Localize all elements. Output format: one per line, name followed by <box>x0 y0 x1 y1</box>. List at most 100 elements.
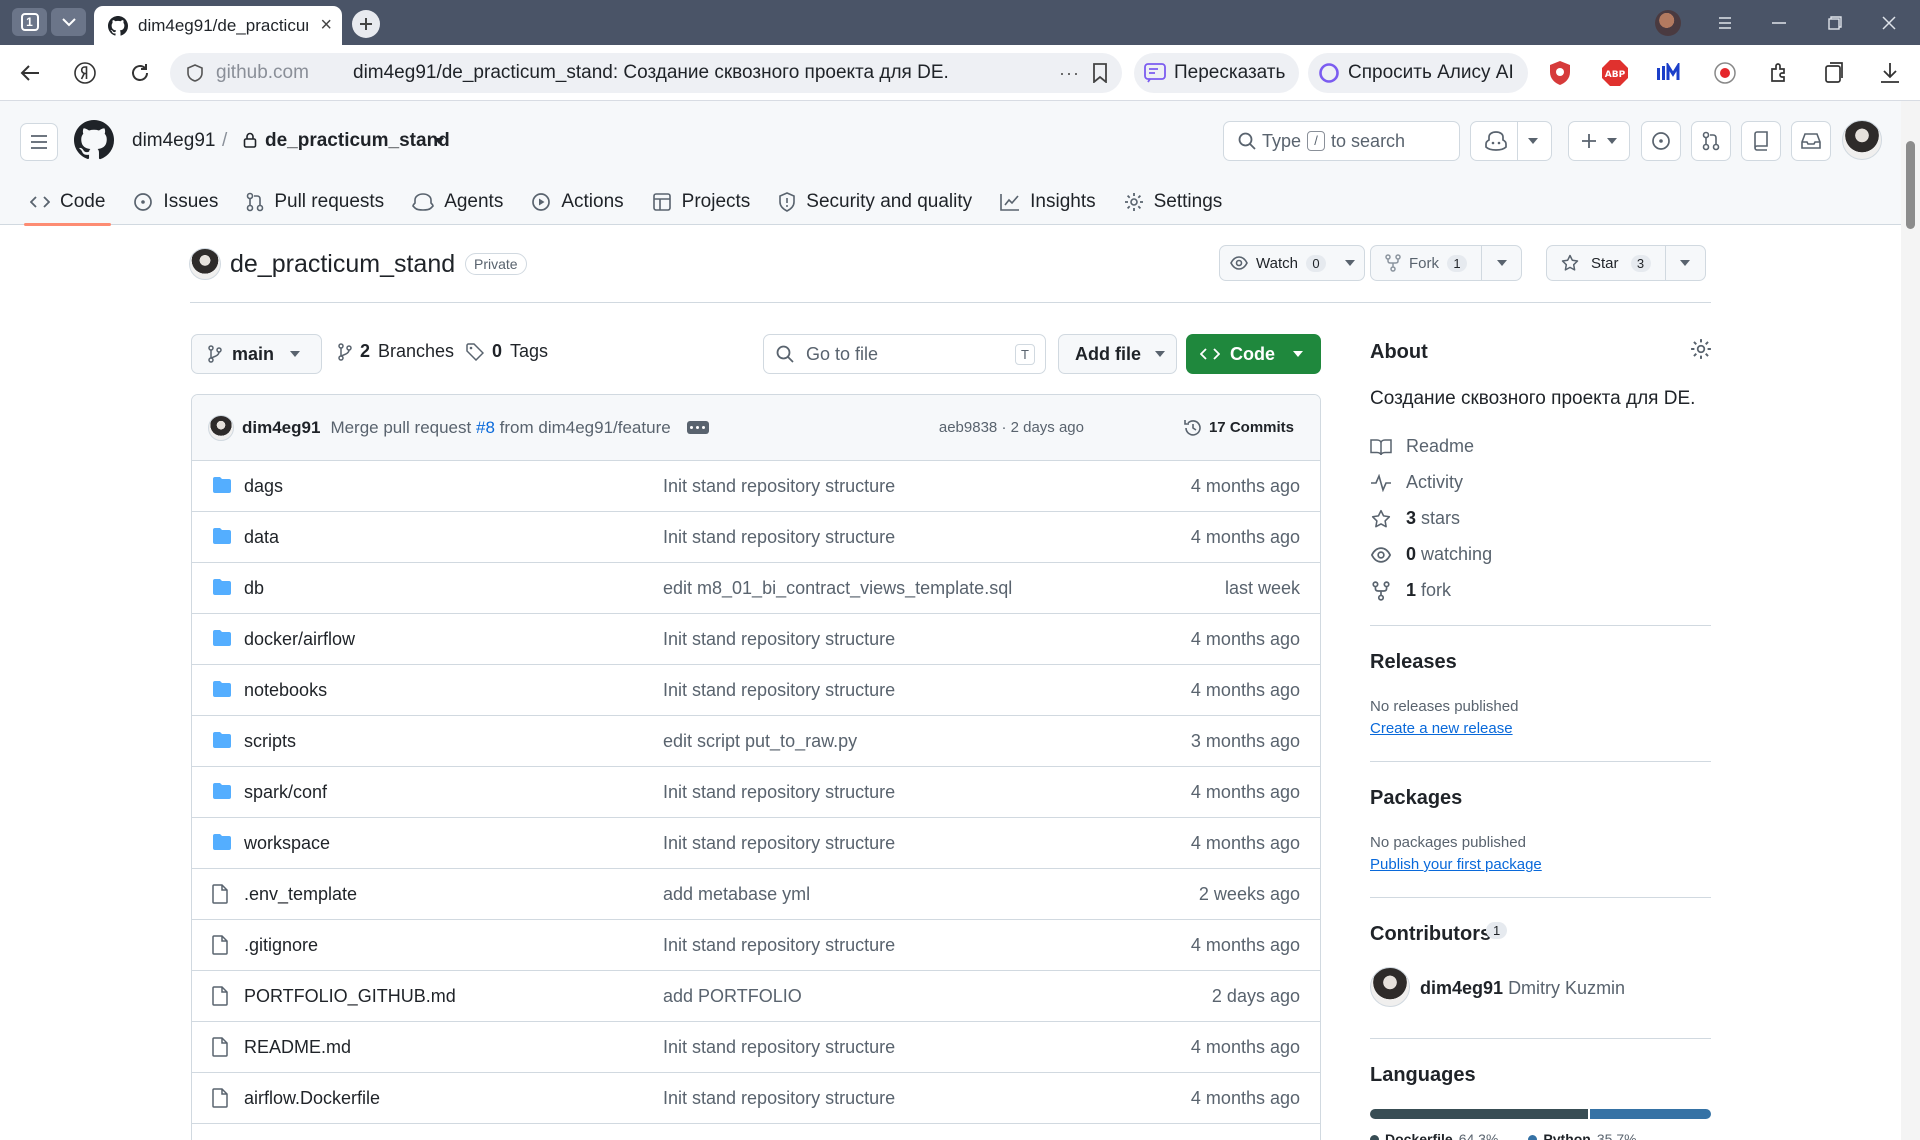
fork-button[interactable]: Fork 1 <box>1371 246 1481 280</box>
file-name[interactable]: .gitignore <box>244 935 318 956</box>
readme-link[interactable]: Readme <box>1370 436 1474 457</box>
extensions-button[interactable] <box>1765 58 1795 88</box>
file-row[interactable]: docker/airflow Init stand repository stru… <box>192 614 1320 665</box>
contributor-name[interactable]: dim4eg91 Dmitry Kuzmin <box>1420 978 1625 999</box>
inbox-button[interactable] <box>1791 121 1831 161</box>
back-button[interactable] <box>16 59 44 87</box>
code-button[interactable]: Code <box>1186 334 1321 374</box>
file-name[interactable]: workspace <box>244 833 330 854</box>
tab-close-icon[interactable]: × <box>320 14 332 37</box>
branches-link[interactable]: 2 Branches <box>338 341 454 362</box>
star-button[interactable]: Star 3 <box>1547 246 1665 280</box>
file-row[interactable]: workspace Init stand repository structure… <box>192 818 1320 869</box>
branch-selector[interactable]: main <box>191 334 322 374</box>
close-window-button[interactable] <box>1874 10 1904 36</box>
publish-package-link[interactable]: Publish your first package <box>1370 856 1542 873</box>
file-row[interactable]: db edit m8_01_bi_contract_views_template.… <box>192 563 1320 614</box>
commit-pr-link[interactable]: #8 <box>476 418 495 437</box>
more-icon[interactable]: ··· <box>1059 63 1080 84</box>
packages-heading[interactable]: Packages <box>1370 787 1462 810</box>
lm-extension-icon[interactable] <box>1655 58 1685 88</box>
forks-link[interactable]: 1 fork <box>1370 580 1451 601</box>
tags-link[interactable]: 0 Tags <box>466 341 548 362</box>
tab-agents[interactable]: Agents <box>398 178 517 225</box>
restore-button[interactable] <box>1820 10 1850 36</box>
tab-insights[interactable]: Insights <box>986 178 1109 225</box>
file-name[interactable]: dags <box>244 476 283 497</box>
file-commit-message[interactable]: Init stand repository structure <box>663 680 895 701</box>
watch-button[interactable]: Watch 0 <box>1220 246 1336 280</box>
tab-projects[interactable]: Projects <box>638 178 765 225</box>
file-row[interactable]: scripts edit script put_to_raw.py 3 months… <box>192 716 1320 767</box>
page-scrollbar[interactable] <box>1901 101 1920 1140</box>
file-name[interactable]: airflow.Dockerfile <box>244 1088 380 1109</box>
stars-link[interactable]: 3 stars <box>1370 508 1460 529</box>
issues-button[interactable] <box>1641 121 1681 161</box>
releases-heading[interactable]: Releases <box>1370 651 1457 674</box>
scrollbar-thumb[interactable] <box>1906 141 1915 229</box>
about-settings-icon[interactable] <box>1690 338 1712 360</box>
yandex-button[interactable] <box>71 59 99 87</box>
file-row[interactable]: .env_template add metabase yml 2 weeks ago <box>192 869 1320 920</box>
tab-pull-requests[interactable]: Pull requests <box>232 178 398 225</box>
browser-profile-avatar[interactable] <box>1655 10 1681 36</box>
contributor-avatar[interactable] <box>1370 967 1410 1007</box>
file-row[interactable]: spark/conf Init stand repository structur… <box>192 767 1320 818</box>
file-row[interactable]: airflow.Dockerfile Init stand repository … <box>192 1073 1320 1124</box>
tab-security[interactable]: Security and quality <box>764 178 986 225</box>
tab-list-dropdown[interactable] <box>51 8 86 36</box>
file-row[interactable]: PORTFOLIO_GITHUB.md add PORTFOLIO 2 days a… <box>192 971 1320 1022</box>
github-logo[interactable] <box>74 120 114 160</box>
file-commit-message[interactable]: edit script put_to_raw.py <box>663 731 857 752</box>
record-extension-icon[interactable] <box>1710 58 1740 88</box>
file-row[interactable]: data Init stand repository structure 4 mon… <box>192 512 1320 563</box>
file-name[interactable]: spark/conf <box>244 782 327 803</box>
new-tab-button[interactable] <box>352 10 380 38</box>
file-commit-message[interactable]: edit m8_01_bi_contract_views_template.sq… <box>663 578 1012 599</box>
file-commit-message[interactable]: Init stand repository structure <box>663 629 895 650</box>
copilot-button[interactable] <box>1470 121 1552 161</box>
star-dropdown[interactable] <box>1664 246 1705 280</box>
tab-counter-button[interactable]: 1 <box>12 8 47 36</box>
commit-author[interactable]: dim4eg91 <box>242 418 320 438</box>
tab-actions[interactable]: Actions <box>517 178 637 225</box>
watching-link[interactable]: 0 watching <box>1370 544 1492 565</box>
protect-extension-icon[interactable] <box>1545 58 1575 88</box>
go-to-file-input[interactable]: Go to file T <box>763 334 1046 374</box>
language-item[interactable]: Dockerfile 64.3% <box>1370 1131 1498 1140</box>
file-row[interactable]: .gitignore Init stand repository structur… <box>192 920 1320 971</box>
file-row[interactable]: README.md Init stand repository structure… <box>192 1022 1320 1073</box>
file-name[interactable]: PORTFOLIO_GITHUB.md <box>244 986 456 1007</box>
file-commit-message[interactable]: Init stand repository structure <box>663 1088 895 1109</box>
owner-avatar[interactable] <box>189 248 221 280</box>
breadcrumb-owner[interactable]: dim4eg91 <box>132 130 215 152</box>
minimize-button[interactable] <box>1764 10 1794 36</box>
retell-button[interactable]: Пересказать <box>1134 53 1300 93</box>
file-name[interactable]: scripts <box>244 731 296 752</box>
commits-link[interactable]: 17 Commits <box>1183 418 1294 438</box>
file-row[interactable]: dags Init stand repository structure 4 mon… <box>192 461 1320 512</box>
browser-tab-active[interactable]: dim4eg91/de_practicum_stand × <box>94 6 342 45</box>
fork-dropdown[interactable] <box>1481 246 1521 280</box>
commit-message[interactable]: Merge pull request #8 from dim4eg91/feat… <box>330 418 670 438</box>
repo-switcher-caret[interactable] <box>434 138 444 144</box>
activity-link[interactable]: Activity <box>1370 472 1463 493</box>
ask-alice-button[interactable]: Спросить Алису AI <box>1308 53 1528 93</box>
collections-button[interactable] <box>1820 58 1850 88</box>
create-new-button[interactable] <box>1568 121 1630 161</box>
commit-author-avatar[interactable] <box>208 414 234 441</box>
tab-code[interactable]: Code <box>16 178 119 226</box>
file-name[interactable]: db <box>244 578 264 599</box>
downloads-button[interactable] <box>1875 58 1905 88</box>
file-name[interactable]: README.md <box>244 1037 351 1058</box>
contributors-heading[interactable]: Contributors <box>1370 923 1491 946</box>
global-menu-button[interactable] <box>20 123 58 161</box>
adblock-extension-icon[interactable]: ABP <box>1600 58 1630 88</box>
create-release-link[interactable]: Create a new release <box>1370 720 1513 737</box>
file-name[interactable]: docker/airflow <box>244 629 355 650</box>
repositories-button[interactable] <box>1741 121 1781 161</box>
repo-title[interactable]: de_practicum_stand <box>230 250 455 279</box>
add-file-button[interactable]: Add file <box>1058 334 1177 374</box>
user-avatar[interactable] <box>1842 120 1882 160</box>
url-field[interactable]: github.com dim4eg91/de_practicum_stand: … <box>170 53 1122 93</box>
